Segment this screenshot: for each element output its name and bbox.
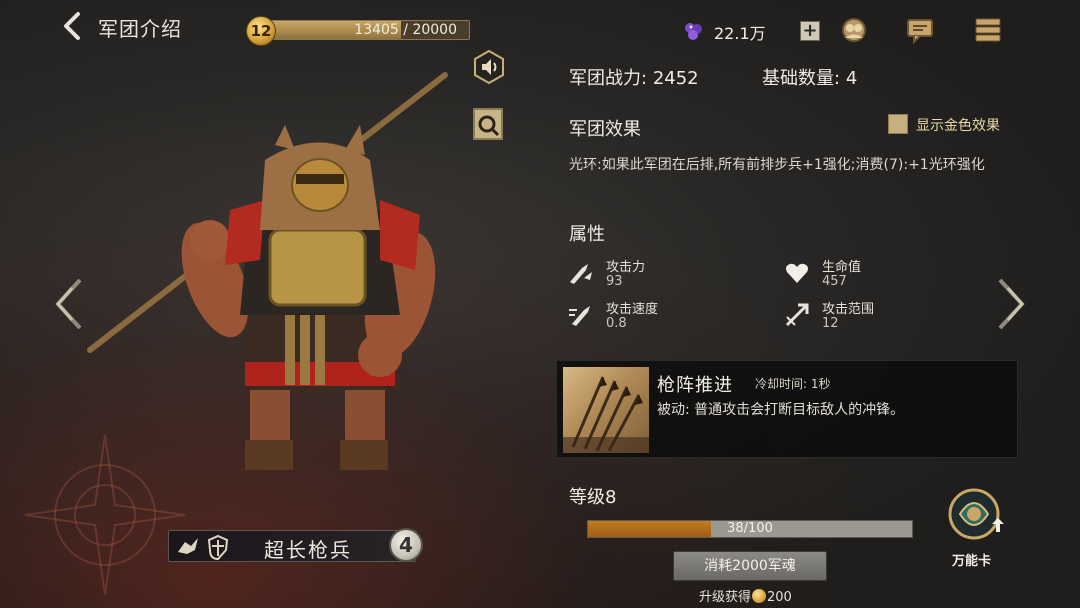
power-label: 军团战力: [569,68,648,89]
xp-current: 13405 [354,22,399,38]
consume-soul-button[interactable]: 消耗2000军魂 [673,551,827,581]
chat-icon [907,19,933,45]
skill-icon [563,367,649,453]
unit-portrait [87,72,448,470]
reward-prefix: 升级获得 [699,590,752,605]
skill-card[interactable]: 枪阵推进 冷却时间: 1秒 被动: 普通攻击会打断目标敌人的冲锋。 [556,360,1018,458]
stat-attack: 攻击力 93 [568,256,748,296]
base-count-label: 基础数量: [762,68,841,89]
heart-icon [786,263,808,283]
menu-icon [975,18,1001,42]
unit-name: 超长枪兵 [264,538,352,562]
legion-effect-title: 军团效果 [569,119,641,140]
wild-card-label: 万能卡 [952,554,992,569]
add-gems-button[interactable]: + [800,21,820,41]
alliance-icon [842,18,866,42]
shield-icon [207,534,229,560]
attack-speed-icon [569,306,590,326]
wild-card-button[interactable] [944,484,1006,546]
stat-attack-range: 攻击范围 12 [784,298,964,338]
attributes-title: 属性 [569,224,605,245]
infantry-class-icon [178,538,198,554]
legion-effect-description: 光环:如果此军团在后排,所有前排步兵+1强化;消费(7):+1光环强化 [569,157,985,173]
coin-icon [752,589,767,603]
inspect-button[interactable] [472,107,506,141]
show-gold-effect-toggle[interactable]: 显示金色效果 [888,114,1018,136]
reward-value: 200 [767,590,792,605]
wild-card-icon [948,488,1004,540]
chat-button[interactable] [904,14,936,46]
attack-icon [570,264,592,284]
base-count-value: 4 [845,68,858,89]
legion-power: 军团战力: 2452 [569,64,699,90]
stat-name: 攻击力 [606,260,646,275]
gold-effect-label: 显示金色效果 [916,118,1000,134]
attack-range-icon [785,303,809,327]
level-progress-text: 38/100 [727,521,773,536]
stat-health: 生命值 457 [784,256,964,296]
skill-cooldown: 冷却时间: 1秒 [755,377,831,391]
magnifier-icon [473,108,503,140]
level-progress-bar: 38/100 [587,520,913,538]
skill-description: 被动: 普通攻击会打断目标敌人的冲锋。 [657,402,905,418]
player-level-badge: 12 [246,16,276,46]
stat-attack-speed: 攻击速度 0.8 [568,298,748,338]
stat-value: 93 [606,274,623,289]
gem-counter: 22.1万 + [680,16,822,46]
base-count: 基础数量: 4 [762,64,857,90]
stat-name: 攻击速度 [606,302,659,317]
next-unit-button[interactable] [994,274,1030,334]
unit-tier-badge: 4 [389,528,423,562]
right-arrow-icon [998,278,1025,330]
xp-max: 20000 [412,22,457,38]
stat-name: 攻击范围 [822,302,875,317]
stat-value: 12 [822,316,839,331]
skill-name: 枪阵推进 [657,375,733,396]
gold-effect-checkbox[interactable] [888,114,908,134]
back-button[interactable] [60,10,86,42]
level-title: 等级8 [569,487,617,508]
upgrade-reward: 升级获得 200 [699,586,792,605]
page-title: 军团介绍 [98,17,182,41]
power-value: 2452 [652,68,699,89]
purple-gem-icon [685,23,702,40]
alliance-button[interactable] [838,14,870,46]
unit-name-bar: 超长枪兵 [168,530,416,562]
spear-wall-icon [563,376,649,453]
player-xp-bar: 13405 / 20000 12 [246,16,472,46]
back-arrow-icon [64,12,80,40]
speaker-icon [474,49,504,85]
menu-button[interactable] [972,14,1004,46]
sound-button[interactable] [472,49,506,85]
xp-separator: / [403,22,408,38]
gem-amount: 22.1万 [714,24,766,43]
stat-name: 生命值 [822,260,862,275]
stat-value: 0.8 [606,316,627,331]
stat-value: 457 [822,274,847,289]
